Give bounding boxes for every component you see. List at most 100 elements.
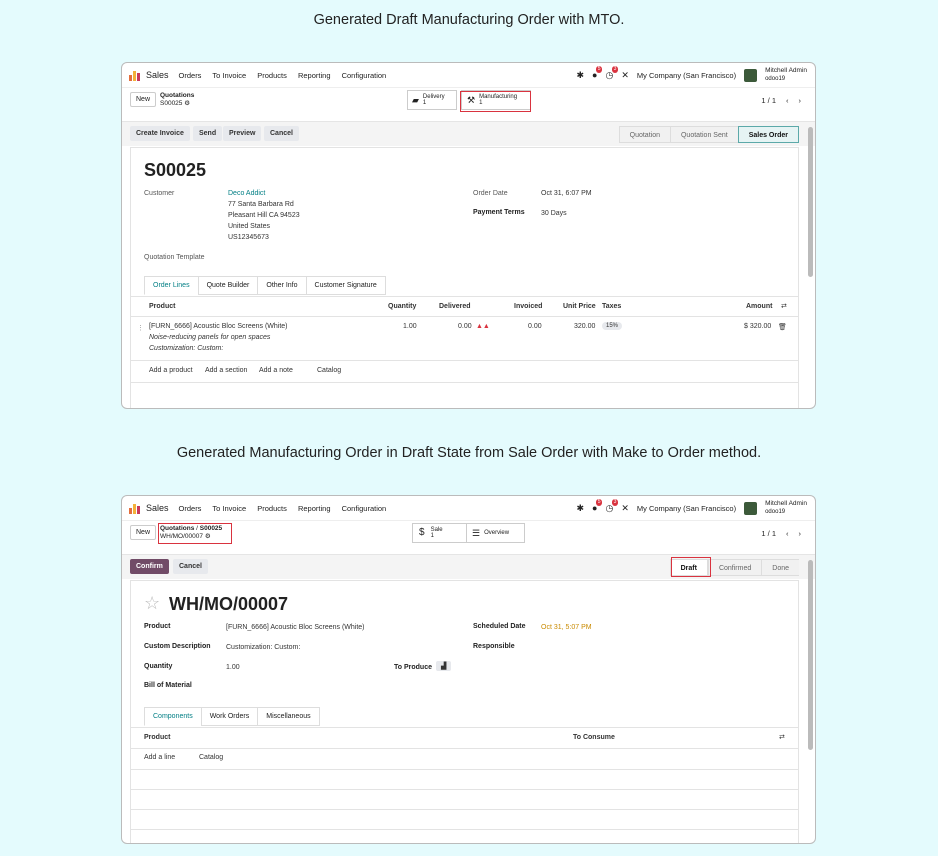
tab-other-info[interactable]: Other Info [257, 276, 307, 295]
add-line-link[interactable]: Add a line [144, 754, 175, 761]
add-product-link[interactable]: Add a product [149, 367, 193, 374]
tab-work-orders[interactable]: Work Orders [200, 707, 259, 726]
sales-app-icon[interactable] [129, 69, 141, 81]
catalog-link[interactable]: Catalog [317, 367, 341, 374]
company-switcher[interactable]: My Company (San Francisco) [637, 71, 736, 80]
status-bar: Quotation Quotation Sent Sales Order [618, 126, 799, 143]
delivery-smart-button[interactable]: ▰ Delivery 1 [407, 90, 457, 110]
create-invoice-button[interactable]: Create Invoice [130, 126, 190, 141]
tab-order-lines[interactable]: Order Lines [144, 276, 199, 295]
add-note-link[interactable]: Add a note [259, 367, 293, 374]
clock-icon[interactable]: ◷ 3 [605, 498, 619, 514]
star-icon[interactable]: ☆ [144, 593, 160, 614]
custom-description-value[interactable]: Customization: Custom: [226, 644, 300, 651]
menu-configuration[interactable]: Configuration [342, 71, 387, 80]
user-menu[interactable]: Mitchell Admin odoo19 [765, 67, 807, 83]
new-button[interactable]: New [130, 92, 157, 107]
col-invoiced[interactable]: Invoiced [514, 303, 542, 310]
forecast-chart-icon[interactable]: ▲▲ [476, 323, 490, 330]
col-product[interactable]: Product [144, 734, 170, 741]
pager-value[interactable]: 1 / 1 [761, 96, 776, 105]
menu-to-invoice[interactable]: To Invoice [212, 71, 246, 80]
pager-value[interactable]: 1 / 1 [761, 529, 776, 538]
chat-icon[interactable]: ● 5 [592, 66, 603, 80]
menu-reporting[interactable]: Reporting [298, 71, 331, 80]
payment-terms-value[interactable]: 30 Days [541, 210, 567, 217]
add-section-link[interactable]: Add a section [205, 367, 247, 374]
sales-app-icon[interactable] [129, 502, 141, 514]
avatar[interactable] [744, 68, 758, 82]
cancel-button[interactable]: Cancel [173, 559, 208, 574]
status-sales-order[interactable]: Sales Order [737, 126, 799, 143]
preview-button[interactable]: Preview [223, 126, 262, 141]
bug-icon[interactable]: ✱ [577, 503, 585, 514]
col-delivered[interactable]: Delivered [439, 303, 471, 310]
catalog-link[interactable]: Catalog [199, 754, 223, 761]
scrollbar[interactable] [808, 127, 813, 277]
menu-configuration[interactable]: Configuration [342, 504, 387, 513]
app-name[interactable]: Sales [146, 70, 169, 80]
menu-orders[interactable]: Orders [179, 71, 202, 80]
send-button[interactable]: Send [193, 126, 223, 141]
app-name[interactable]: Sales [146, 503, 169, 513]
column-settings-icon[interactable]: ⇄ [779, 733, 785, 741]
tools-icon[interactable]: ✕ [621, 503, 629, 514]
chevron-left-icon[interactable]: ‹ [786, 96, 789, 105]
tax-badge[interactable]: 15% [602, 322, 623, 330]
forecast-chart-button[interactable]: ▟ [436, 661, 452, 671]
quantity-value[interactable]: 1.00 [226, 664, 240, 671]
sale-smart-button[interactable]: $ Sale 1 [412, 523, 468, 543]
trash-icon[interactable]: 🗑 [778, 323, 787, 331]
menu-products[interactable]: Products [257, 71, 287, 80]
status-done[interactable]: Done [761, 559, 799, 576]
col-unit-price[interactable]: Unit Price [563, 303, 596, 310]
order-date-value[interactable]: Oct 31, 6:07 PM [541, 190, 592, 197]
col-quantity[interactable]: Quantity [388, 303, 416, 310]
status-confirmed[interactable]: Confirmed [707, 559, 762, 576]
tab-customer-signature[interactable]: Customer Signature [305, 276, 386, 295]
bill-of-material-label: Bill of Material [144, 682, 192, 689]
scrollbar[interactable] [808, 560, 813, 750]
line-quantity[interactable]: 1.00 [403, 323, 417, 330]
menu-products[interactable]: Products [257, 504, 287, 513]
col-taxes[interactable]: Taxes [602, 303, 621, 310]
chat-icon[interactable]: ● 5 [592, 499, 603, 513]
overview-smart-button[interactable]: ☰ Overview [466, 523, 525, 543]
chevron-right-icon[interactable]: › [799, 96, 802, 105]
menu-orders[interactable]: Orders [179, 504, 202, 513]
chevron-left-icon[interactable]: ‹ [786, 529, 789, 538]
col-amount[interactable]: Amount [746, 303, 772, 310]
company-switcher[interactable]: My Company (San Francisco) [637, 504, 736, 513]
menu-to-invoice[interactable]: To Invoice [212, 504, 246, 513]
tools-icon[interactable]: ✕ [621, 70, 629, 81]
cancel-button[interactable]: Cancel [264, 126, 299, 141]
col-product[interactable]: Product [149, 303, 175, 310]
user-menu[interactable]: Mitchell Admin odoo19 [765, 500, 807, 516]
status-quotation[interactable]: Quotation [618, 126, 670, 143]
line-unit-price[interactable]: 320.00 [574, 323, 595, 330]
tab-components[interactable]: Components [144, 707, 202, 726]
drag-handle-icon[interactable]: ⋮ [137, 324, 144, 332]
tab-quote-builder[interactable]: Quote Builder [197, 276, 259, 295]
tab-miscellaneous[interactable]: Miscellaneous [257, 707, 320, 726]
bug-icon[interactable]: ✱ [577, 70, 585, 81]
address-line: 77 Santa Barbara Rd [228, 201, 294, 208]
status-quotation-sent[interactable]: Quotation Sent [669, 126, 738, 143]
chevron-right-icon[interactable]: › [799, 529, 802, 538]
avatar[interactable] [744, 501, 758, 515]
product-value[interactable]: [FURN_6666] Acoustic Bloc Screens (White… [226, 624, 365, 631]
scheduled-date-value[interactable]: Oct 31, 5:07 PM [541, 624, 592, 631]
col-to-consume[interactable]: To Consume [573, 734, 615, 741]
breadcrumb-quotations[interactable]: Quotations [160, 92, 194, 99]
clock-icon[interactable]: ◷ 3 [605, 65, 619, 81]
new-button[interactable]: New [130, 525, 157, 540]
line-product[interactable]: [FURN_6666] Acoustic Bloc Screens (White… [149, 323, 288, 330]
menu-reporting[interactable]: Reporting [298, 504, 331, 513]
activities-badge: 3 [611, 65, 619, 73]
column-settings-icon[interactable]: ⇄ [781, 302, 787, 310]
action-bar: Create Invoice Send Preview Cancel Quota… [122, 121, 815, 146]
gear-icon[interactable]: ⚙ [184, 100, 190, 107]
top-navbar: Sales Orders To Invoice Products Reporti… [122, 496, 815, 521]
customer-link[interactable]: Deco Addict [228, 190, 265, 197]
confirm-button[interactable]: Confirm [130, 559, 169, 574]
